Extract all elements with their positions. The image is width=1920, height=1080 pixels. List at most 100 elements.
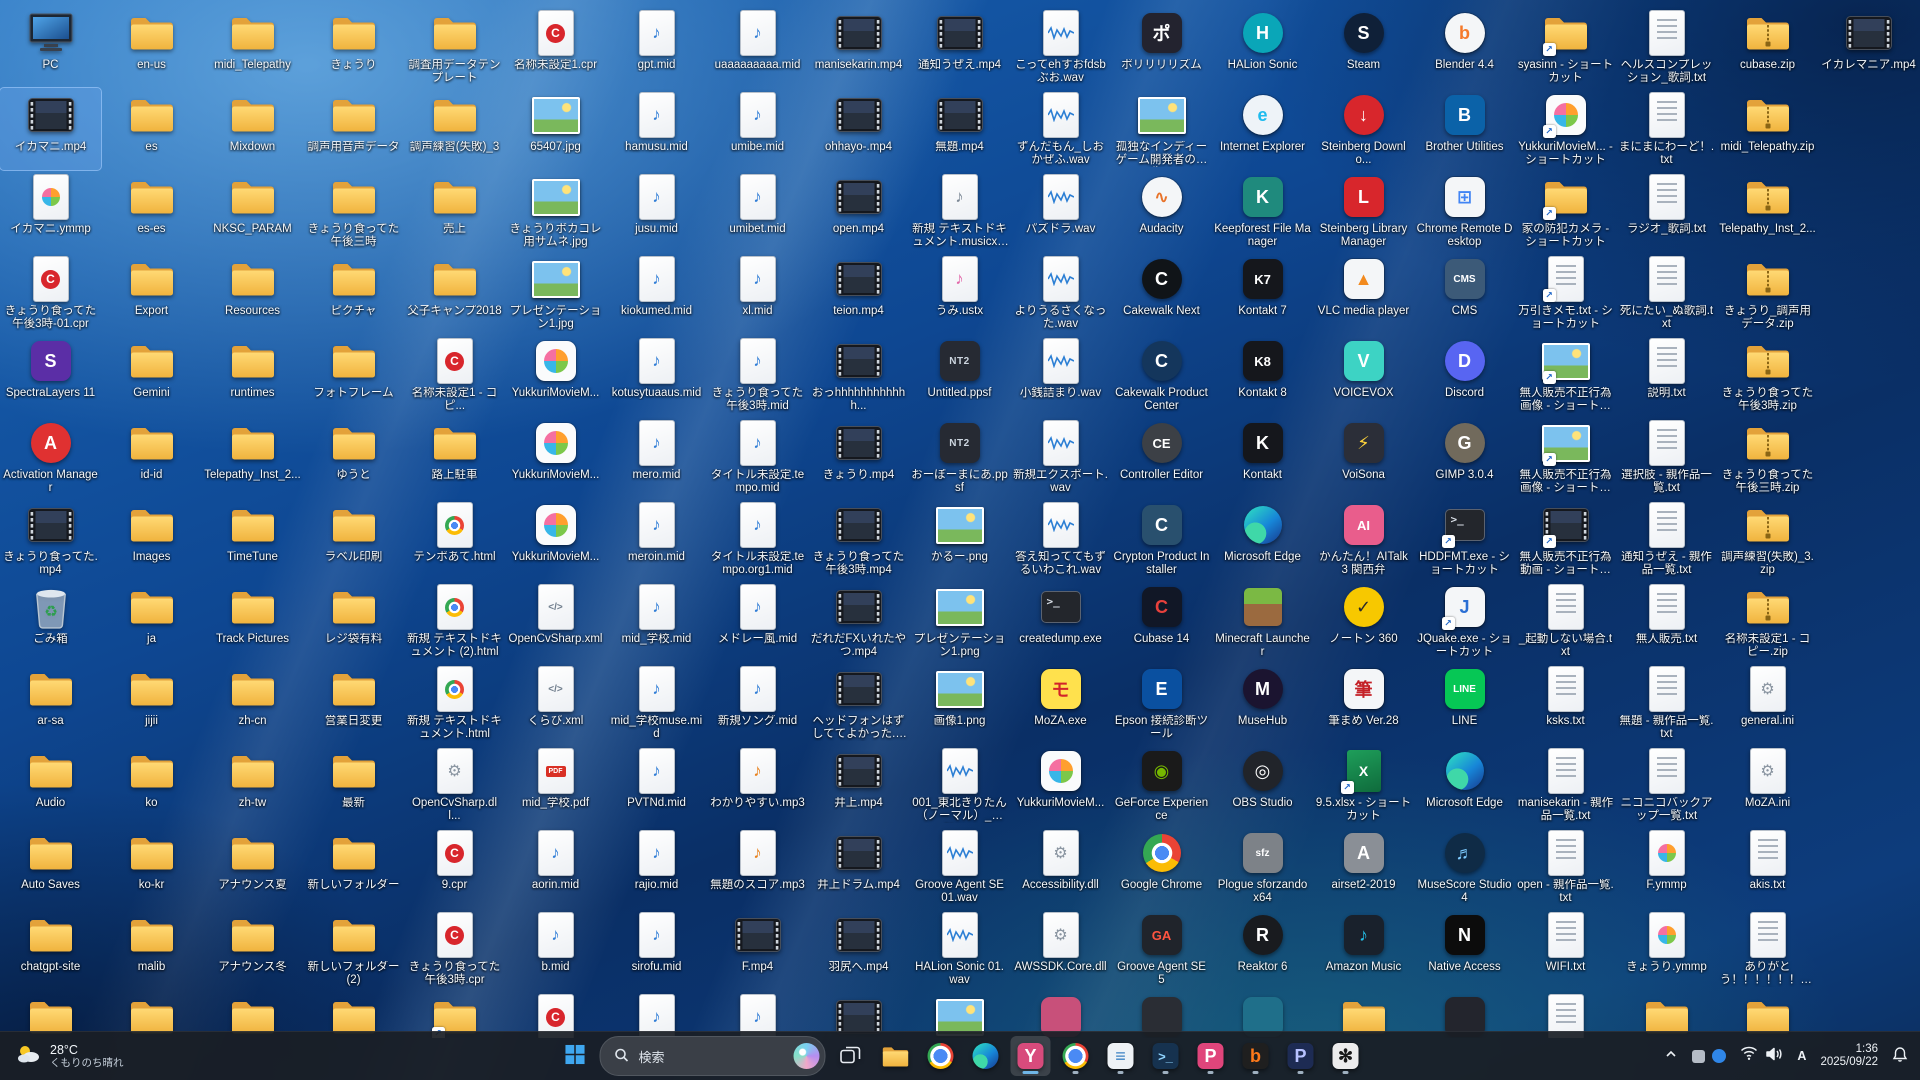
desktop-icon-png[interactable]: かるー.png [909, 498, 1010, 580]
desktop-icon-open-txt[interactable]: open - 親作品一覧.txt [1515, 826, 1616, 908]
desktop-icon-geforce-experience[interactable]: ◉GeForce Experience [1111, 744, 1212, 826]
desktop-icon-moza-exe[interactable]: モMoZA.exe [1010, 662, 1111, 744]
desktop-icon-umibe-mid[interactable]: ♪umibe.mid [707, 88, 808, 170]
desktop-icon-txt[interactable]: ラジオ_歌詞.txt [1616, 170, 1717, 252]
taskbar-app-notepad[interactable]: ≡ [1101, 1036, 1141, 1076]
desktop-icon-steinberg-library-manager[interactable]: LSteinberg Library Manager [1313, 170, 1414, 252]
desktop-icon-mp4[interactable]: きょうり.mp4 [808, 416, 909, 498]
desktop-icon-xml[interactable]: </>くらび.xml [505, 662, 606, 744]
desktop-icon-txt[interactable]: 選択肢 - 親作品一覧.txt [1616, 416, 1717, 498]
desktop-icon-plogue-sforzando-x64[interactable]: sfzPlogue sforzando x64 [1212, 826, 1313, 908]
desktop-icon-wav[interactable]: ずんだもん_しおかぜふ.wav [1010, 88, 1111, 170]
desktop-icon-mp4[interactable]: ヘッドフォンはずしててよかった.mp4 [808, 662, 909, 744]
desktop-icon-f-mp4[interactable]: F.mp4 [707, 908, 808, 990]
desktop-icon-open-mp4[interactable]: open.mp4 [808, 170, 909, 252]
desktop-icon-c16-r7[interactable]: ↗無人販売不正行為動画 - ショートカット [1515, 498, 1616, 580]
desktop-icon-minecraft-launcher[interactable]: Minecraft Launcher [1212, 580, 1313, 662]
desktop-icon-txt[interactable]: ありがとう！！！！！！！.txt [1717, 908, 1818, 990]
desktop-icon-cubase-zip[interactable]: cubase.zip [1717, 6, 1818, 88]
desktop-icon-c5-r3[interactable]: 売上 [404, 170, 505, 252]
desktop-icon-txt[interactable]: 無題 - 親作品一覧.txt [1616, 662, 1717, 744]
desktop-icon-2018[interactable]: 父子キャンプ2018 [404, 252, 505, 334]
desktop-icon-uaaaaaaaaa-mid[interactable]: ♪uaaaaaaaaa.mid [707, 6, 808, 88]
desktop-icon-mixdown[interactable]: Mixdown [202, 88, 303, 170]
desktop-icon-1-png[interactable]: 画像1.png [909, 662, 1010, 744]
desktop-icon-html[interactable]: 新規 テキストドキュメント.html [404, 662, 505, 744]
desktop-icon-1-cpr[interactable]: C名称未設定1.cpr [505, 6, 606, 88]
taskbar-app-google-chrome[interactable] [921, 1036, 961, 1076]
desktop-icon-mero-mid[interactable]: ♪mero.mid [606, 416, 707, 498]
desktop-icon-txt[interactable]: ↗万引きメモ.txt - ショートカット [1515, 252, 1616, 334]
weather-widget[interactable]: 28°C くもりのち晴れ [6, 1036, 134, 1076]
desktop-icon-1-jpg[interactable]: プレゼンテーション1.jpg [505, 252, 606, 334]
desktop-icon-timetune[interactable]: TimeTune [202, 498, 303, 580]
desktop-icon-kontakt[interactable]: KKontakt [1212, 416, 1313, 498]
desktop-icon-kontakt-8[interactable]: K8Kontakt 8 [1212, 334, 1313, 416]
desktop-icon-mid-mid[interactable]: ♪mid_学校.mid [606, 580, 707, 662]
desktop-icon-wav[interactable]: 小銭詰まり.wav [1010, 334, 1111, 416]
desktop-icon-c5-r1[interactable]: 調査用データテンプレート [404, 6, 505, 88]
desktop-icon-general-ini[interactable]: ⚙general.ini [1717, 662, 1818, 744]
desktop-icon-c4-r4[interactable]: ピクチャ [303, 252, 404, 334]
taskbar-search[interactable]: 検索 [600, 1036, 826, 1076]
desktop-icon-telepathy-inst-2[interactable]: Telepathy_Inst_2... [1717, 170, 1818, 252]
desktop-icon-fx-mp4[interactable]: だれだFXいれたやつ.mp4 [808, 580, 909, 662]
desktop-icon-wav[interactable]: 新規エクスポート.wav [1010, 416, 1111, 498]
desktop-icon-kontakt-7[interactable]: K7Kontakt 7 [1212, 252, 1313, 334]
desktop-icon-amazon-music[interactable]: ♪Amazon Music [1313, 908, 1414, 990]
desktop-icon-3-zip[interactable]: 調声練習(失敗)_3.zip [1717, 498, 1818, 580]
desktop-icon-aorin-mid[interactable]: ♪aorin.mid [505, 826, 606, 908]
desktop-icon-yukkurimoviem[interactable]: YukkuriMovieM... [505, 416, 606, 498]
desktop-icon-mid-muse-mid[interactable]: ♪mid_学校muse.mid [606, 662, 707, 744]
desktop-icon-001[interactable]: 001_東北きりたん（ノーマル）_今じゃ... [909, 744, 1010, 826]
desktop-icon-ko[interactable]: ko [101, 744, 202, 826]
desktop-icon-mp3[interactable]: ♪わかりやすい.mp3 [707, 744, 808, 826]
desktop-icon-1[interactable]: C名称未設定1 - コピ... [404, 334, 505, 416]
desktop-icon-es[interactable]: es [101, 88, 202, 170]
desktop-icon-txt[interactable]: 説明.txt [1616, 334, 1717, 416]
desktop-icon-mid-pdf[interactable]: PDFmid_学校.pdf [505, 744, 606, 826]
desktop-icon-manisekarin-txt[interactable]: manisekarin - 親作品一覧.txt [1515, 744, 1616, 826]
desktop-icon-chatgpt-site[interactable]: chatgpt-site [0, 908, 101, 990]
desktop-icon-ustx[interactable]: ♪うみ.ustx [909, 252, 1010, 334]
notification-bell-button[interactable] [1886, 1037, 1914, 1075]
desktop-icon-createdump-exe[interactable]: >_createdump.exe [1010, 580, 1111, 662]
desktop-icon-ohhayo-mp4[interactable]: ohhayo-.mp4 [808, 88, 909, 170]
desktop-icon-umibet-mid[interactable]: ♪umibet.mid [707, 170, 808, 252]
desktop-icon-9-cpr[interactable]: C9.cpr [404, 826, 505, 908]
desktop-icon-ko-kr[interactable]: ko-kr [101, 826, 202, 908]
desktop-icon-zh-tw[interactable]: zh-tw [202, 744, 303, 826]
taskbar-app-task-view[interactable] [831, 1036, 871, 1076]
desktop-icon-ksks-txt[interactable]: ksks.txt [1515, 662, 1616, 744]
desktop-icon-mp3[interactable]: ♪無題のスコア.mp3 [707, 826, 808, 908]
desktop-icon-controller-editor[interactable]: CEController Editor [1111, 416, 1212, 498]
desktop-icon-musescore-studio-4[interactable]: ♬MuseScore Studio 4 [1414, 826, 1515, 908]
desktop-icon-voicevox[interactable]: VVOICEVOX [1313, 334, 1414, 416]
desktop-icon-mp4[interactable]: イカマニ.mp4 [0, 88, 101, 170]
ime-indicator[interactable]: A [1791, 1037, 1812, 1075]
desktop-icon-c4-r11[interactable]: 新しいフォルダー [303, 826, 404, 908]
desktop-icon-b-mid[interactable]: ♪b.mid [505, 908, 606, 990]
desktop-icon-mid[interactable]: ♪新規ソング.mid [707, 662, 808, 744]
desktop-icon-f-ymmp[interactable]: F.ymmp [1616, 826, 1717, 908]
desktop-icon-gemini[interactable]: Gemini [101, 334, 202, 416]
desktop-icon-ymmp[interactable]: イカマニ.ymmp [0, 170, 101, 252]
desktop-icon-txt[interactable]: ニコニコバックアップ一覧.txt [1616, 744, 1717, 826]
desktop-icon-65407-jpg[interactable]: 65407.jpg [505, 88, 606, 170]
desktop-icon-tempo-org1-mid[interactable]: ♪タイトル未設定.tempo.org1.mid [707, 498, 808, 580]
desktop-icon-mp4[interactable]: 井上ドラム.mp4 [808, 826, 909, 908]
desktop-icon-audacity[interactable]: ∿Audacity [1111, 170, 1212, 252]
desktop-icon-yukkurimoviem[interactable]: YukkuriMovieM... [505, 498, 606, 580]
desktop-icon-txt[interactable]: まにまにわーど！.txt [1616, 88, 1717, 170]
clock[interactable]: 1:36 2025/09/22 [1814, 1037, 1884, 1075]
taskbar-app-chrome-profile-2[interactable] [1056, 1036, 1096, 1076]
desktop-icon-id-id[interactable]: id-id [101, 416, 202, 498]
desktop-icon-internet-explorer[interactable]: eInternet Explorer [1212, 88, 1313, 170]
desktop-icon-hamusu-mid[interactable]: ♪hamusu.mid [606, 88, 707, 170]
desktop-icon-c4-r2[interactable]: 調声用音声データ [303, 88, 404, 170]
desktop-icon-jpg[interactable]: きょうりボカコレ用サムネ.jpg [505, 170, 606, 252]
desktop-icon-blender-4-4[interactable]: bBlender 4.4 [1414, 6, 1515, 88]
desktop-icon-epson[interactable]: EEpson 接続診断ツール [1111, 662, 1212, 744]
desktop-icon-ver-28[interactable]: 筆筆まめ Ver.28 [1313, 662, 1414, 744]
desktop-icon-cms[interactable]: CMSCMS [1414, 252, 1515, 334]
